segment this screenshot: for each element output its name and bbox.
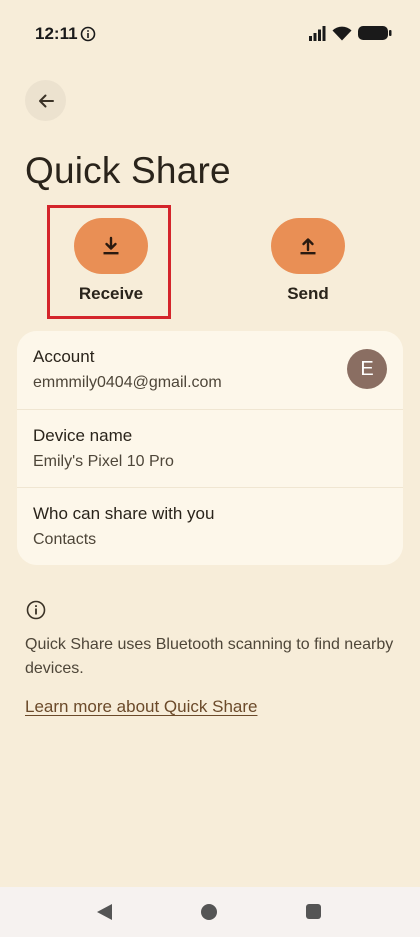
device-name-title: Device name (33, 426, 133, 445)
send-button[interactable]: Send (253, 218, 363, 304)
arrow-back-icon (38, 94, 54, 107)
page-title: Quick Share (25, 150, 231, 191)
send-pill[interactable] (271, 218, 345, 274)
learn-more-link[interactable]: Learn more about Quick Share (25, 697, 257, 717)
status-time: 12:11 (35, 24, 78, 43)
account-email: emmmily0404@gmail.com (33, 374, 222, 391)
device-name-value: Emily's Pixel 10 Pro (33, 453, 174, 470)
status-bar: 12:11 (0, 0, 420, 68)
info-text: Quick Share uses Bluetooth scanning to f… (25, 636, 394, 677)
send-label: Send (287, 284, 329, 303)
visibility-value: Contacts (33, 531, 97, 548)
nav-back-icon[interactable] (96, 903, 113, 921)
back-button[interactable] (25, 80, 66, 121)
visibility-title: Who can share with you (33, 504, 215, 523)
battery-icon (358, 26, 392, 40)
info-outline-icon (26, 600, 46, 620)
status-icons (308, 25, 392, 41)
nav-recents-icon[interactable] (306, 904, 321, 919)
highlight-box (47, 205, 171, 319)
nav-bar (0, 887, 420, 937)
avatar[interactable]: E (347, 349, 387, 389)
settings-card: Account emmmily0404@gmail.com E Device n… (17, 331, 403, 565)
device-name-row[interactable]: Device name Emily's Pixel 10 Pro (17, 409, 403, 487)
screen: 12:11 Quick Share Receive Send Account e… (0, 0, 420, 937)
upload-icon (300, 238, 316, 255)
info-icon (80, 26, 96, 42)
wifi-icon (332, 26, 352, 40)
account-title: Account (33, 347, 95, 366)
signal-icon (309, 25, 326, 41)
visibility-row[interactable]: Who can share with you Contacts (17, 487, 403, 565)
account-row[interactable]: Account emmmily0404@gmail.com E (17, 331, 403, 409)
nav-home-icon[interactable] (201, 904, 217, 920)
